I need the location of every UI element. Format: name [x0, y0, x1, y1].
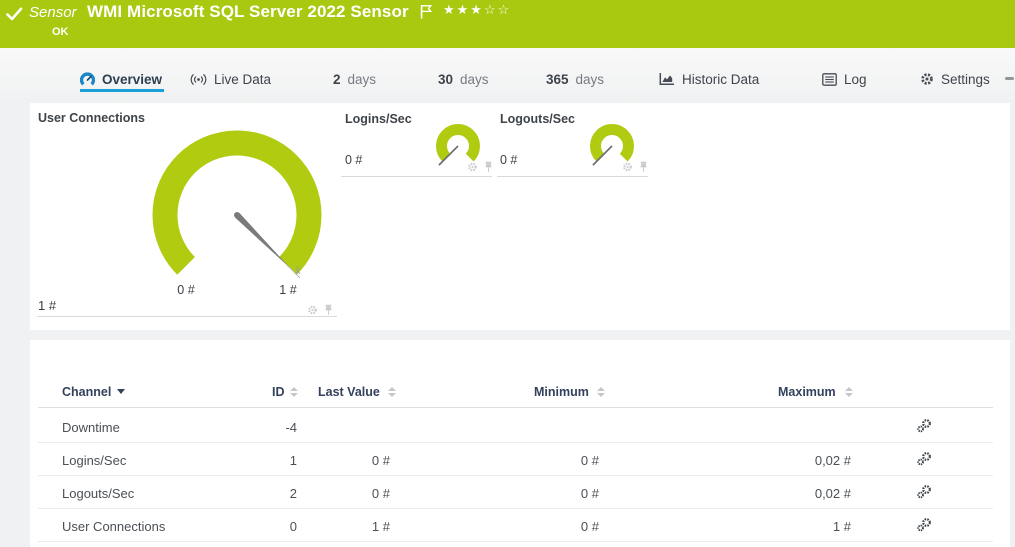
tab-settings[interactable]: Settings [920, 66, 990, 92]
table-row: Logins/Sec 1 0 # 0 # 0,02 # [38, 443, 993, 476]
gear-icon[interactable] [622, 161, 633, 173]
sort-arrows-icon[interactable] [845, 387, 853, 397]
channel-last-value: 1 # [290, 519, 390, 534]
channel-minimum: 0 # [499, 453, 599, 468]
sort-arrows-icon[interactable] [597, 387, 605, 397]
widget-divider [37, 316, 337, 317]
channel-maximum: 0,02 # [721, 486, 851, 501]
gauge-current-value: 0 # [500, 153, 517, 167]
gears-icon[interactable] [916, 484, 932, 500]
table-header-row: Channel ID Last Value Minimum Maximum [38, 378, 993, 408]
gauge-icon [80, 72, 95, 87]
gauge-title: User Connections [38, 111, 145, 125]
caret-down-icon [117, 389, 125, 394]
table-row: Downtime -4 [38, 410, 993, 443]
column-header-minimum[interactable]: Minimum [534, 385, 589, 399]
tab-unit: days [348, 72, 377, 87]
channel-name: Logins/Sec [62, 453, 126, 468]
gauge-current-value: 0 # [345, 153, 362, 167]
widget-toolbar [307, 304, 334, 316]
star-rating[interactable]: ★★★☆☆ [443, 2, 511, 18]
gauge-current-value: 1 # [38, 298, 56, 313]
prtg-sensor-page: Sensor WMI Microsoft SQL Server 2022 Sen… [0, 0, 1015, 547]
widget-divider [497, 176, 648, 177]
object-kind-label: Sensor [29, 4, 77, 21]
channel-name: Downtime [62, 420, 120, 435]
gears-icon[interactable] [916, 418, 932, 434]
gauge-title: Logouts/Sec [500, 112, 575, 126]
tab-label: Historic Data [682, 72, 759, 87]
broadcast-icon [190, 73, 207, 86]
channel-id: 1 [220, 453, 297, 468]
check-icon [6, 7, 23, 22]
sort-arrows-icon[interactable] [290, 387, 298, 397]
tab-label: Log [844, 72, 867, 87]
channel-id: 2 [220, 486, 297, 501]
column-header-id[interactable]: ID [272, 385, 285, 399]
table-row: User Connections 0 1 # 0 # 1 # [38, 509, 993, 542]
flag-icon[interactable] [420, 4, 433, 20]
tab-unit: days [576, 72, 605, 87]
tab-label: Settings [941, 72, 990, 87]
tab-log[interactable]: Log [822, 66, 867, 92]
channel-maximum: 0,02 # [721, 453, 851, 468]
sensor-tabbar: Overview Live Data 2 days 30 days 365 da… [0, 48, 1015, 103]
pin-icon[interactable] [483, 161, 494, 173]
tab-unit: days [460, 72, 489, 87]
pin-icon[interactable] [323, 304, 334, 316]
pin-icon[interactable] [638, 161, 649, 173]
column-header-last-value[interactable]: Last Value [318, 385, 380, 399]
log-list-icon [822, 73, 837, 86]
widget-toolbar [622, 161, 649, 173]
widget-toolbar [467, 161, 494, 173]
channel-last-value: 0 # [290, 486, 390, 501]
channel-last-value: 0 # [290, 453, 390, 468]
gear-icon[interactable] [467, 161, 478, 173]
tab-2-days[interactable]: 2 days [333, 66, 376, 92]
column-header-channel[interactable]: Channel [62, 385, 125, 399]
table-row: Logouts/Sec 2 0 # 0 # 0,02 # [38, 476, 993, 509]
gauge-scale-max: 1 # [268, 283, 308, 297]
active-tab-indicator [80, 89, 164, 92]
gauge-needle [235, 213, 290, 268]
tab-label: Live Data [214, 72, 271, 87]
channel-table: Channel ID Last Value Minimum Maximum Do… [30, 340, 1010, 547]
page-title: WMI Microsoft SQL Server 2022 Sensor [87, 2, 409, 22]
gauges-panel: User Connections 0 # 1 # x̄ 1 # Logins/S… [30, 103, 1010, 330]
channel-name: Logouts/Sec [62, 486, 134, 501]
channel-id: 0 [220, 519, 297, 534]
gears-icon[interactable] [916, 517, 932, 533]
tab-live-data[interactable]: Live Data [190, 66, 271, 92]
status-badge: OK [52, 26, 69, 38]
gauge-title: Logins/Sec [345, 112, 412, 126]
area-chart-icon [659, 72, 675, 86]
tab-number: 30 [438, 72, 453, 87]
gauge-average-marker: x̄ [295, 265, 301, 277]
tabbar-overflow-dash-icon [1005, 77, 1014, 80]
gear-icon [920, 72, 934, 86]
channel-minimum: 0 # [499, 519, 599, 534]
channel-minimum: 0 # [499, 486, 599, 501]
channel-name: User Connections [62, 519, 165, 534]
tab-number: 2 [333, 72, 341, 87]
tab-historic-data[interactable]: Historic Data [659, 66, 759, 92]
tab-number: 365 [546, 72, 569, 87]
gears-icon[interactable] [916, 451, 932, 467]
sensor-header: Sensor WMI Microsoft SQL Server 2022 Sen… [0, 0, 1015, 48]
tab-365-days[interactable]: 365 days [546, 66, 604, 92]
column-header-maximum[interactable]: Maximum [778, 385, 836, 399]
channel-id: -4 [220, 420, 297, 435]
tab-label: Overview [102, 72, 162, 87]
widget-divider [341, 176, 492, 177]
tab-30-days[interactable]: 30 days [438, 66, 489, 92]
sort-arrows-icon[interactable] [388, 387, 396, 397]
channel-maximum: 1 # [721, 519, 851, 534]
gear-icon[interactable] [307, 304, 318, 316]
gauge-scale-min: 0 # [166, 283, 206, 297]
